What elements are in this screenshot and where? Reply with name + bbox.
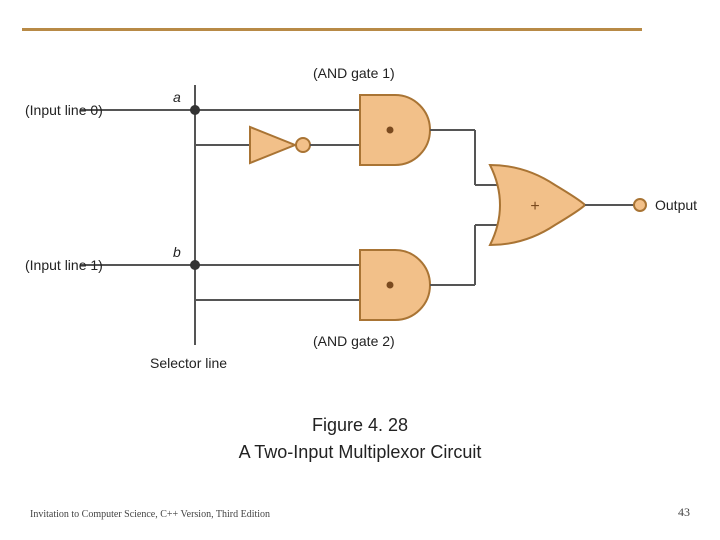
accent-bar bbox=[22, 28, 642, 31]
footer-citation: Invitation to Computer Science, C++ Vers… bbox=[30, 509, 270, 520]
and2-dot bbox=[387, 282, 394, 289]
figure-title: A Two-Input Multiplexor Circuit bbox=[0, 442, 720, 463]
and-gate-2 bbox=[360, 250, 430, 320]
output-node bbox=[634, 199, 646, 211]
label-output: Output bbox=[655, 197, 697, 213]
label-a: a bbox=[173, 89, 181, 105]
label-and1: (AND gate 1) bbox=[313, 65, 395, 81]
or-plus: + bbox=[530, 198, 539, 215]
junction-a bbox=[190, 105, 200, 115]
circuit-svg: + bbox=[55, 55, 665, 375]
not-gate bbox=[250, 127, 295, 163]
not-bubble bbox=[296, 138, 310, 152]
circuit-diagram: + (Input line 0) (Input line 1) a b (AND… bbox=[55, 55, 665, 395]
label-input1: (Input line 1) bbox=[25, 257, 103, 273]
and-gate-1 bbox=[360, 95, 430, 165]
label-and2: (AND gate 2) bbox=[313, 333, 395, 349]
figure-number: Figure 4. 28 bbox=[0, 415, 720, 436]
junction-b bbox=[190, 260, 200, 270]
and1-dot bbox=[387, 127, 394, 134]
label-input0: (Input line 0) bbox=[25, 102, 103, 118]
label-selector: Selector line bbox=[150, 355, 227, 371]
label-b: b bbox=[173, 244, 181, 260]
page-number: 43 bbox=[678, 505, 690, 520]
